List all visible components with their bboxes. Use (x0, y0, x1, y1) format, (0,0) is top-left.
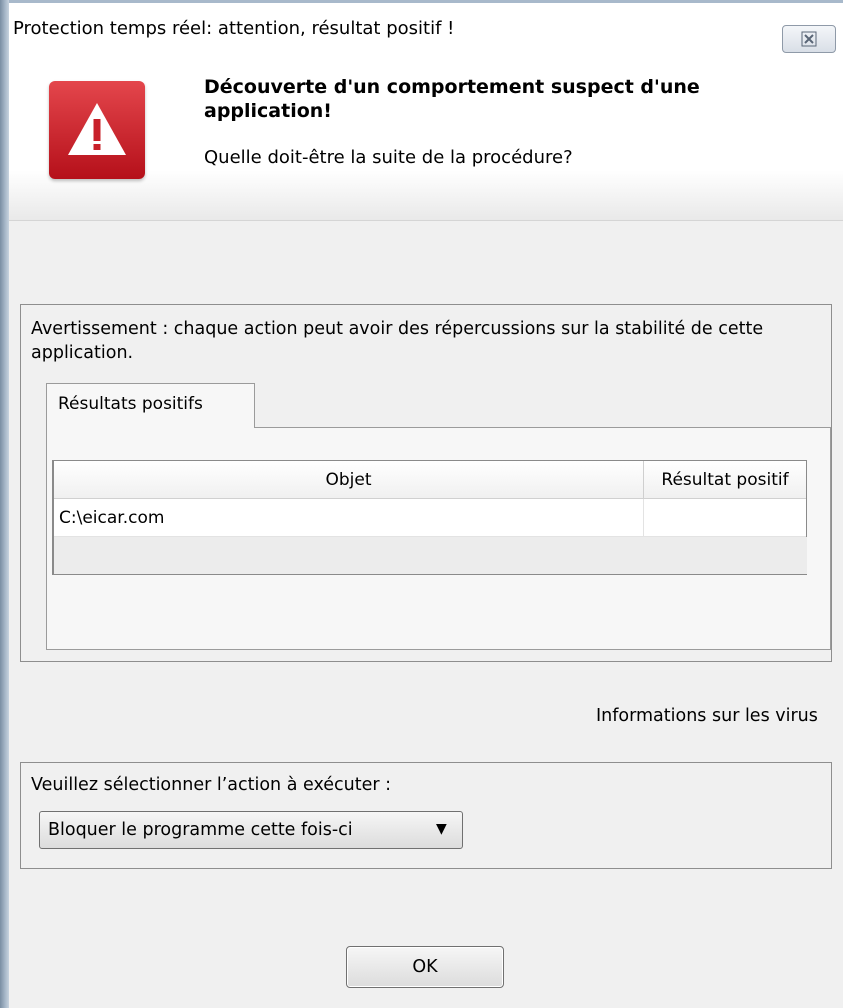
tab-panel: Objet Résultat positif C:\eicar.com (46, 427, 831, 650)
table-cell-result[interactable] (644, 499, 806, 537)
warning-triangle-icon (49, 81, 145, 179)
action-select[interactable]: Bloquer le programme cette fois-ci ▼ (39, 811, 463, 849)
table-empty-area (54, 537, 807, 574)
window-frame-left (0, 0, 9, 1008)
title-bar[interactable]: Protection temps réel: attention, résult… (9, 3, 843, 55)
tab-label: Résultats positifs (58, 394, 203, 414)
results-table: Objet Résultat positif C:\eicar.com (52, 460, 807, 575)
dropdown-arrow-icon: ▼ (436, 821, 447, 837)
close-icon (801, 31, 817, 51)
table-cell-object[interactable]: C:\eicar.com (54, 499, 644, 537)
action-label: Veuillez sélectionner l’action à exécute… (31, 775, 392, 795)
window-title: Protection temps réel: attention, résult… (13, 18, 455, 39)
ok-button[interactable]: OK (346, 946, 504, 988)
action-group: Veuillez sélectionner l’action à exécute… (20, 762, 832, 869)
action-select-value: Bloquer le programme cette fois-ci (48, 820, 353, 840)
warning-text: Avertissement : chaque action peut avoir… (31, 319, 764, 363)
column-header-resultat[interactable]: Résultat positif (644, 461, 806, 499)
alert-headline: Découverte d'un comportement suspect d'u… (204, 76, 700, 122)
alert-question: Quelle doit-être la suite de la procédur… (204, 147, 573, 168)
alert-header: Découverte d'un comportement suspect d'u… (9, 55, 843, 221)
warning-group: Avertissement : chaque action peut avoir… (20, 304, 832, 662)
tab-resultats-positifs[interactable]: Résultats positifs (46, 383, 255, 428)
column-header-objet[interactable]: Objet (54, 461, 644, 499)
close-button[interactable] (782, 25, 836, 53)
virus-info-link[interactable]: Informations sur les virus (596, 706, 818, 726)
